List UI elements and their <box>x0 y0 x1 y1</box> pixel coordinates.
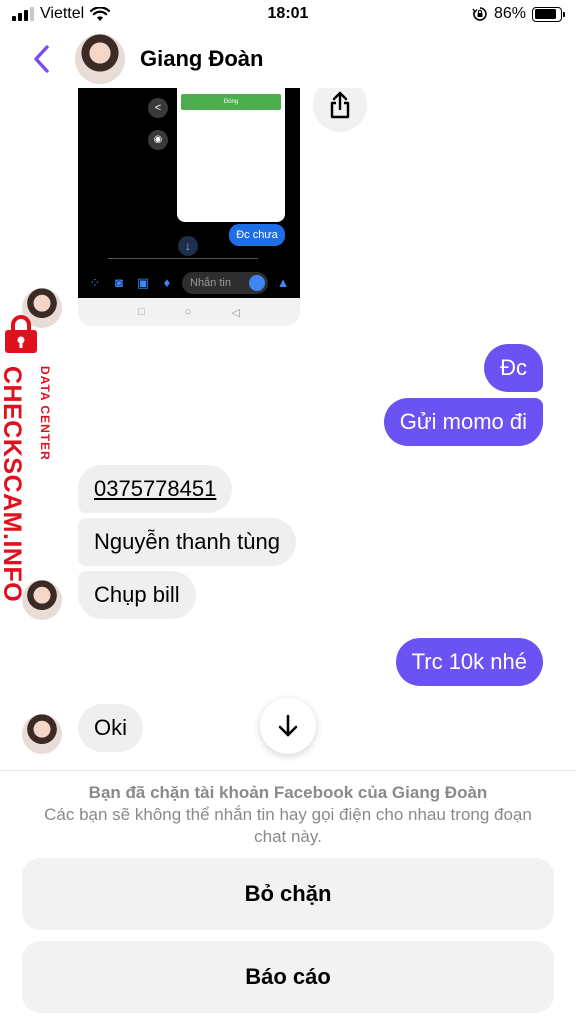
message-bubble-outgoing[interactable]: Trc 10k nhé <box>395 638 543 686</box>
camera-icon: ◉ <box>148 130 168 150</box>
attachment-composer: ⁘ ◙ ▣ ♦ Nhắn tin ▲ <box>78 268 300 298</box>
gallery-icon: ▣ <box>136 275 150 290</box>
attachment-input: Nhắn tin <box>182 272 268 294</box>
contact-name[interactable]: Giang Đoàn <box>140 46 263 72</box>
attachment-input-placeholder: Nhắn tin <box>190 277 231 289</box>
like-icon: ▲ <box>276 275 290 290</box>
watermark: CHECKSCAM.INFO DATA CENTER <box>0 310 64 602</box>
message-bubble-incoming[interactable]: Nguyễn thanh tùng <box>78 518 296 566</box>
battery-icon <box>532 6 565 22</box>
contact-avatar-small[interactable] <box>22 580 62 620</box>
microphone-icon: ♦ <box>163 275 171 290</box>
lock-icon <box>5 315 37 353</box>
attachment-bubble: Đc chưa <box>229 224 285 246</box>
back-nav-icon: ◁ <box>231 306 240 319</box>
scroll-to-bottom-button[interactable] <box>260 698 316 754</box>
attachment-card: Đóng <box>177 88 285 222</box>
attachment-screenshot: < ◉ Đóng ↓ Đc chưa ⁘ ◙ ▣ ♦ Nhắn tin ▲ <box>78 88 300 298</box>
phone-number-link[interactable]: 0375778451 <box>78 465 233 513</box>
watermark-subtitle: DATA CENTER <box>38 366 52 461</box>
attachment-divider <box>108 258 258 262</box>
message-bubble-outgoing[interactable]: Gửi momo đi <box>383 398 543 446</box>
back-button[interactable] <box>26 42 56 76</box>
contact-avatar-small[interactable] <box>22 714 62 754</box>
chat-header: Giang Đoàn <box>0 30 576 88</box>
share-icon: < <box>148 98 168 118</box>
blocked-notice-description: Các bạn sẽ không thể nhắn tin hay gọi đi… <box>44 805 532 846</box>
message-bubble-outgoing[interactable]: Đc <box>484 344 543 392</box>
message-bubble-incoming[interactable]: Chụp bill <box>78 571 196 619</box>
camera-icon: ◙ <box>115 275 123 290</box>
attachment-green-button: Đóng <box>181 94 281 110</box>
square-nav-icon: □ <box>138 306 145 318</box>
report-button[interactable]: Báo cáo <box>22 941 554 1013</box>
share-icon <box>330 91 350 119</box>
blocked-notice-title: Bạn đã chặn tài khoản Facebook của Giang… <box>88 783 488 802</box>
apps-icon: ⁘ <box>89 275 101 290</box>
circle-nav-icon: ○ <box>184 306 192 318</box>
arrow-down-icon: ↓ <box>178 236 198 256</box>
orientation-lock-icon <box>472 7 487 21</box>
status-bar: Viettel 18:01 86% <box>0 0 576 30</box>
attachment-nav-bar: □ ○ ◁ <box>78 298 300 326</box>
chevron-left-icon <box>34 45 49 73</box>
battery-group: 86% <box>472 5 565 23</box>
watermark-title: CHECKSCAM.INFO <box>0 366 26 603</box>
emoji-icon <box>249 275 265 291</box>
battery-percent: 86% <box>493 5 526 22</box>
unblock-button[interactable]: Bỏ chặn <box>22 858 554 930</box>
arrow-down-icon <box>278 714 298 737</box>
image-attachment[interactable]: < ◉ Đóng ↓ Đc chưa ⁘ ◙ ▣ ♦ Nhắn tin ▲ □ … <box>78 88 300 328</box>
message-bubble-incoming[interactable]: Oki <box>78 704 143 752</box>
contact-avatar[interactable] <box>75 34 125 84</box>
divider <box>0 770 576 771</box>
